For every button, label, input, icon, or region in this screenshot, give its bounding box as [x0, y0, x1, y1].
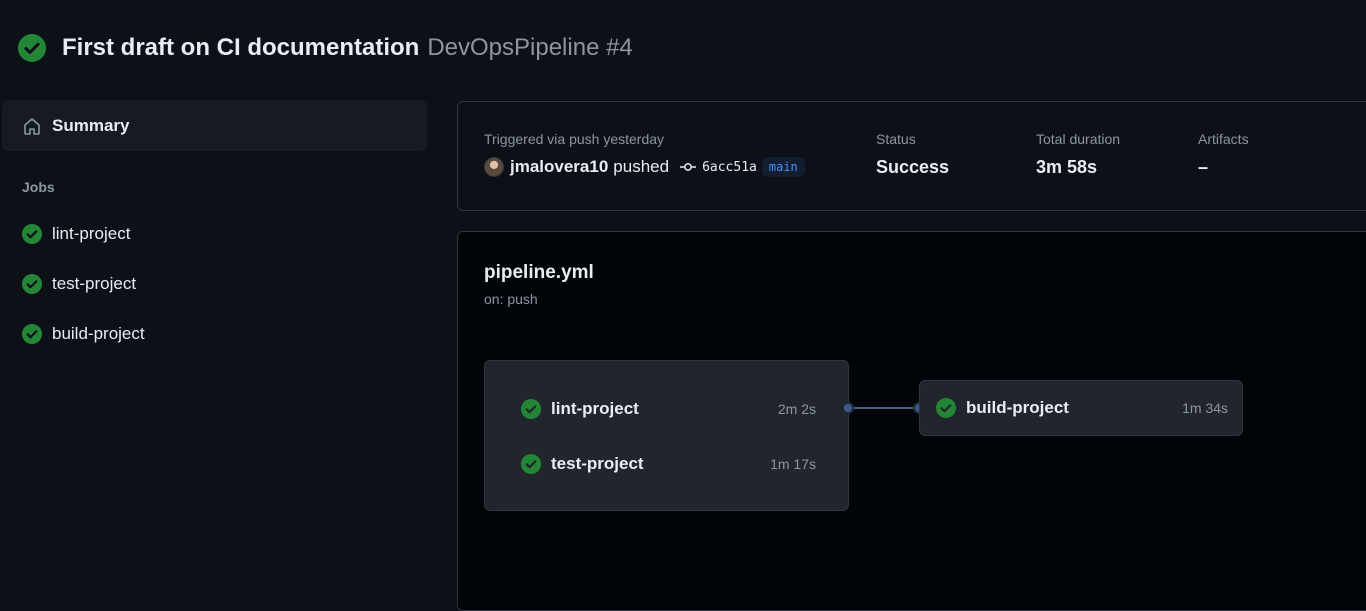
- artifacts-value: –: [1198, 157, 1209, 177]
- artifacts-column: Artifacts –: [1198, 131, 1249, 178]
- duration-label: Total duration: [1036, 131, 1121, 147]
- sidebar-item-build-project[interactable]: build-project: [2, 309, 427, 359]
- job-name: test-project: [551, 454, 644, 473]
- job-duration: 2m 2s: [777, 401, 816, 417]
- status-label: Status: [876, 131, 916, 147]
- dependency-connector: [848, 407, 920, 409]
- job-duration: 1m 34s: [1182, 400, 1228, 416]
- duration-column: Total duration 3m 58s: [1036, 131, 1120, 178]
- job-list: lint-project test-project build-project: [2, 209, 427, 359]
- actor-link[interactable]: jmalovera10: [510, 157, 608, 177]
- workflow-file-name: pipeline.yml: [484, 262, 594, 283]
- workflow-run-name[interactable]: DevOpsPipeline #4: [427, 34, 632, 62]
- trigger-column: Triggered via push yesterday jmalovera10…: [484, 131, 805, 179]
- commit-link[interactable]: 6acc51a: [702, 160, 757, 175]
- check-circle-fill-icon: [22, 274, 42, 294]
- duration-value: 3m 58s: [1036, 157, 1098, 177]
- home-icon: [24, 117, 40, 135]
- sidebar-item-test-project[interactable]: test-project: [2, 259, 427, 309]
- graph-job-test-project[interactable]: test-project 1m 17s: [521, 452, 816, 476]
- sidebar: Summary Jobs lint-project test-project b…: [2, 100, 427, 359]
- run-header: First draft on CI documentation DevOpsPi…: [18, 31, 633, 65]
- sidebar-item-summary[interactable]: Summary: [2, 100, 427, 151]
- artifacts-label: Artifacts: [1198, 131, 1249, 147]
- job-name: lint-project: [551, 399, 639, 418]
- job-duration: 1m 17s: [770, 456, 816, 472]
- job-name: build-project: [966, 398, 1069, 417]
- action-text: pushed: [613, 157, 670, 176]
- sidebar-item-label: Summary: [52, 115, 130, 135]
- check-circle-fill-icon: [521, 454, 541, 474]
- run-title: First draft on CI documentation: [62, 34, 420, 61]
- job-label: test-project: [52, 274, 137, 293]
- check-circle-fill-icon: [22, 224, 42, 244]
- check-circle-fill-icon: [521, 399, 541, 419]
- trigger-text: Triggered via push yesterday: [484, 131, 665, 147]
- job-group: lint-project 2m 2s test-project 1m 17s: [484, 360, 849, 511]
- jobs-heading: Jobs: [22, 179, 55, 195]
- status-value: Success: [876, 157, 950, 177]
- graph-job-lint-project[interactable]: lint-project 2m 2s: [521, 397, 816, 421]
- trigger-row: jmalovera10 pushed 6acc51a main: [484, 155, 805, 179]
- branch-badge[interactable]: main: [761, 157, 805, 177]
- status-column: Status Success: [876, 131, 949, 178]
- check-circle-fill-icon: [18, 34, 46, 62]
- check-circle-fill-icon: [936, 398, 956, 418]
- git-commit-icon: [680, 163, 697, 171]
- run-summary-card: Triggered via push yesterday jmalovera10…: [457, 101, 1366, 211]
- job-label: build-project: [52, 324, 145, 343]
- workflow-graph-card: pipeline.yml on: push lint-project 2m 2s…: [457, 231, 1366, 611]
- workflow-trigger: on: push: [484, 291, 538, 307]
- graph-job-build-project[interactable]: build-project 1m 34s: [919, 380, 1243, 436]
- avatar[interactable]: [484, 157, 504, 177]
- sidebar-item-lint-project[interactable]: lint-project: [2, 209, 427, 259]
- job-label: lint-project: [52, 224, 131, 243]
- connector-start-dot: [842, 402, 854, 414]
- check-circle-fill-icon: [22, 324, 42, 344]
